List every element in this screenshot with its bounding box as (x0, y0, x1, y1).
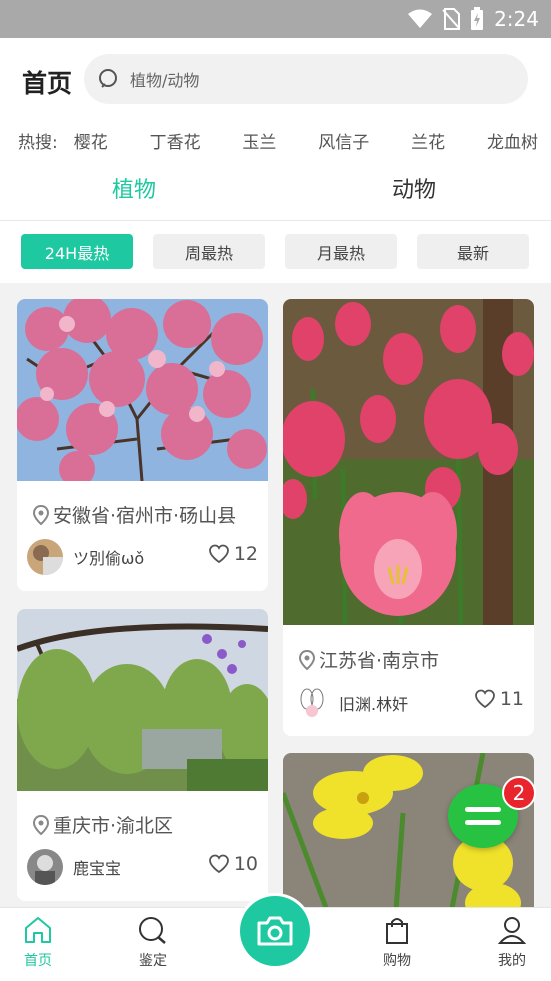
post-location-text: 重庆市·渝北区 (53, 815, 174, 837)
location-pin-icon (33, 814, 49, 835)
home-icon (25, 917, 51, 943)
identify-search-icon (139, 917, 166, 944)
nav-identify[interactable]: 鉴定 (123, 916, 183, 970)
avatar (27, 539, 63, 575)
post-author[interactable]: ツ別偷ωǒ (27, 539, 144, 575)
post-card[interactable]: 安徽省·宿州市·砀山县 ツ別偷ωǒ 12 (17, 299, 268, 591)
profile-icon (497, 917, 527, 944)
wifi-icon (408, 9, 433, 28)
status-time: 2:24 (494, 7, 539, 31)
avatar (27, 849, 63, 885)
battery-charging-icon (471, 7, 484, 30)
hot-search-item[interactable]: 龙血树 (487, 128, 538, 153)
nav-shopping-label: 购物 (383, 953, 411, 969)
hot-search-item[interactable]: 风信子 (318, 128, 369, 153)
like-button[interactable]: 10 (208, 853, 258, 875)
notification-badge: 2 (502, 776, 536, 810)
nav-home[interactable]: 首页 (8, 916, 68, 970)
post-photo[interactable] (17, 609, 268, 791)
search-icon (99, 69, 117, 88)
like-count: 11 (499, 688, 524, 710)
post-card[interactable]: 重庆市·渝北区 鹿宝宝 10 (17, 609, 268, 901)
post-author-name: 旧渊.林奸 (339, 695, 409, 714)
camera-button[interactable] (237, 893, 313, 969)
like-button[interactable]: 12 (208, 543, 258, 565)
nav-home-label: 首页 (24, 953, 52, 969)
filter-bar: 24H最热 周最热 月最热 最新 (0, 221, 551, 283)
like-count: 12 (233, 543, 258, 565)
hot-search-item[interactable]: 兰花 (411, 128, 445, 153)
nav-shopping[interactable]: 购物 (367, 916, 427, 970)
like-button[interactable]: 11 (474, 688, 524, 710)
nav-profile-label: 我的 (498, 953, 526, 969)
post-location: 重庆市·渝北区 (33, 811, 173, 838)
search-input[interactable]: 植物/动物 (84, 54, 528, 104)
tab-animals[interactable]: 动物 (392, 172, 436, 204)
filter-newest[interactable]: 最新 (417, 234, 529, 269)
post-photo[interactable] (17, 299, 268, 481)
filter-24h-hot[interactable]: 24H最热 (21, 234, 133, 269)
heart-icon (208, 544, 229, 564)
nav-identify-label: 鉴定 (139, 953, 167, 969)
location-pin-icon (299, 649, 315, 670)
heart-icon (474, 689, 495, 709)
post-location-text: 江苏省·南京市 (319, 650, 440, 672)
avatar (293, 685, 329, 721)
location-pin-icon (33, 504, 49, 525)
header: 首页 植物/动物 热搜: 樱花 丁香花 玉兰 风信子 兰花 龙血树 植物 动物 (0, 38, 551, 220)
hot-search-item[interactable]: 丁香花 (150, 128, 201, 153)
menu-icon (465, 820, 501, 825)
post-location: 安徽省·宿州市·砀山县 (33, 501, 236, 528)
page-title: 首页 (22, 69, 73, 98)
hot-search-items: 樱花 丁香花 玉兰 风信子 兰花 龙血树 (74, 128, 538, 153)
post-photo[interactable] (283, 299, 534, 625)
status-bar: 2:24 (0, 0, 551, 38)
hot-search-item[interactable]: 玉兰 (242, 128, 276, 153)
filter-week-hot[interactable]: 周最热 (153, 234, 265, 269)
post-location-text: 安徽省·宿州市·砀山县 (53, 505, 237, 527)
post-author-name: ツ別偷ωǒ (73, 549, 145, 568)
nav-profile[interactable]: 我的 (482, 916, 542, 970)
like-count: 10 (233, 853, 258, 875)
post-location: 江苏省·南京市 (299, 646, 439, 673)
hot-search-label: 热搜: (18, 132, 58, 153)
camera-icon (257, 916, 293, 946)
shopping-bag-icon (386, 918, 408, 944)
camera-button-inner (240, 896, 310, 966)
search-placeholder: 植物/动物 (130, 71, 200, 90)
filter-month-hot[interactable]: 月最热 (285, 234, 397, 269)
post-author-name: 鹿宝宝 (73, 859, 122, 878)
post-author[interactable]: 鹿宝宝 (27, 849, 121, 885)
menu-icon (465, 807, 501, 812)
hot-search-item[interactable]: 樱花 (74, 128, 108, 153)
tab-plants[interactable]: 植物 (112, 172, 156, 204)
post-author[interactable]: 旧渊.林奸 (293, 685, 408, 721)
no-sim-icon (442, 8, 461, 30)
post-card[interactable]: 江苏省·南京市 旧渊.林奸 11 (283, 299, 534, 736)
status-icons: 2:24 (408, 6, 539, 32)
hot-search: 热搜: 樱花 丁香花 玉兰 风信子 兰花 龙血树 (18, 128, 538, 153)
heart-icon (208, 854, 229, 874)
